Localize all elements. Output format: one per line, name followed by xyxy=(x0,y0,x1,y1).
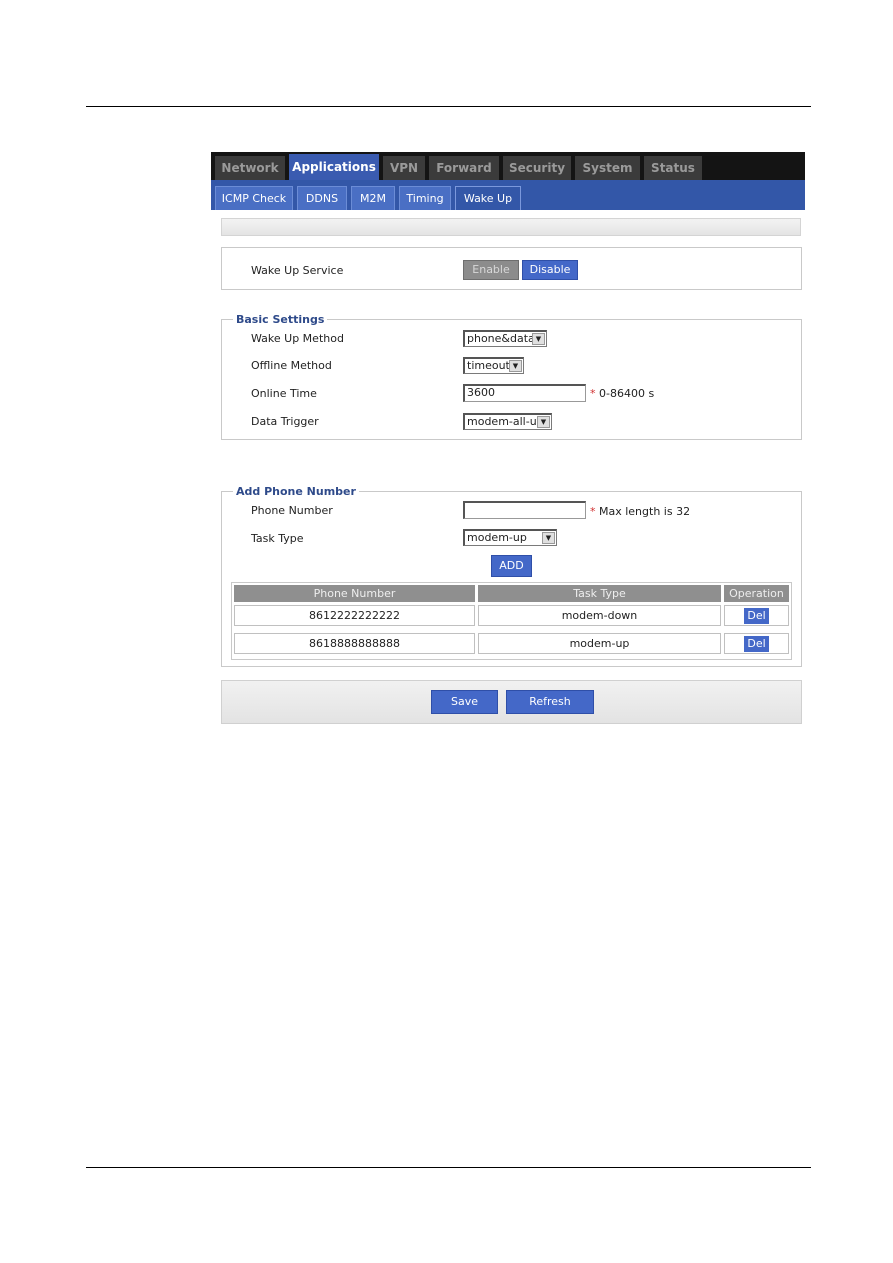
wake-up-service-label: Wake Up Service xyxy=(251,264,344,277)
delete-button[interactable]: Del xyxy=(744,636,769,652)
disable-button[interactable]: Disable xyxy=(522,260,578,280)
refresh-button[interactable]: Refresh xyxy=(506,690,594,714)
add-phone-number-legend: Add Phone Number xyxy=(233,485,359,498)
tab-system[interactable]: System xyxy=(575,156,640,180)
operation-cell: Del xyxy=(724,633,789,654)
data-trigger-value: modem-all-up xyxy=(467,415,544,428)
chevron-down-icon: ▼ xyxy=(532,333,545,345)
subtab-ddns[interactable]: DDNS xyxy=(297,186,347,210)
wake-up-method-select[interactable]: phone&data ▼ xyxy=(463,330,547,347)
router-web-ui: Network Applications VPN Forward Securit… xyxy=(211,152,805,724)
tab-applications[interactable]: Applications xyxy=(289,154,379,180)
phone-number-input[interactable] xyxy=(463,501,586,519)
task-type-label: Task Type xyxy=(251,532,304,545)
phone-cell: 8618888888888 xyxy=(234,633,475,654)
add-button[interactable]: ADD xyxy=(491,555,532,577)
subtab-wake-up[interactable]: Wake Up xyxy=(455,186,521,210)
required-mark: * xyxy=(590,387,596,400)
subtab-icmp-check[interactable]: ICMP Check xyxy=(215,186,293,210)
phone-number-label: Phone Number xyxy=(251,504,333,517)
subtab-timing[interactable]: Timing xyxy=(399,186,451,210)
phone-number-hint: * Max length is 32 xyxy=(590,505,690,518)
offline-method-value: timeout xyxy=(467,359,510,372)
page-header-rule xyxy=(86,106,811,107)
offline-method-label: Offline Method xyxy=(251,359,332,372)
column-header-phone-number: Phone Number xyxy=(234,585,475,602)
action-footer: Save Refresh xyxy=(221,680,802,724)
required-mark: * xyxy=(590,505,596,518)
data-trigger-select[interactable]: modem-all-up ▼ xyxy=(463,413,552,430)
online-time-label: Online Time xyxy=(251,387,317,400)
phone-number-max-length: Max length is 32 xyxy=(599,505,691,518)
tab-security[interactable]: Security xyxy=(503,156,571,180)
task-cell: modem-down xyxy=(478,605,721,626)
task-type-select[interactable]: modem-up ▼ xyxy=(463,529,557,546)
chevron-down-icon: ▼ xyxy=(542,532,555,544)
task-cell: modem-up xyxy=(478,633,721,654)
task-type-value: modem-up xyxy=(467,531,527,544)
column-header-operation: Operation xyxy=(724,585,789,602)
chevron-down-icon: ▼ xyxy=(509,360,522,372)
delete-button[interactable]: Del xyxy=(744,608,769,624)
online-time-input[interactable]: 3600 xyxy=(463,384,586,402)
enable-button[interactable]: Enable xyxy=(463,260,519,280)
phone-cell: 8612222222222 xyxy=(234,605,475,626)
online-time-hint: * 0-86400 s xyxy=(590,387,654,400)
online-time-range: 0-86400 s xyxy=(599,387,655,400)
wake-up-method-label: Wake Up Method xyxy=(251,332,344,345)
phone-number-table: Phone Number Task Type Operation 8612222… xyxy=(231,582,792,660)
basic-settings-legend: Basic Settings xyxy=(233,313,328,326)
save-button[interactable]: Save xyxy=(431,690,498,714)
tab-network[interactable]: Network xyxy=(215,156,285,180)
basic-settings-fieldset: Basic Settings Wake Up Method phone&data… xyxy=(221,313,802,440)
status-bar xyxy=(221,218,801,236)
chevron-down-icon: ▼ xyxy=(537,416,550,428)
operation-cell: Del xyxy=(724,605,789,626)
tab-vpn[interactable]: VPN xyxy=(383,156,425,180)
add-phone-number-fieldset: Add Phone Number Phone Number * Max leng… xyxy=(221,485,802,667)
wake-up-method-value: phone&data xyxy=(467,332,535,345)
offline-method-select[interactable]: timeout ▼ xyxy=(463,357,524,374)
wake-up-service-section: Wake Up Service Enable Disable xyxy=(221,247,802,290)
data-trigger-label: Data Trigger xyxy=(251,415,319,428)
page-footer-rule xyxy=(86,1167,811,1168)
tab-forward[interactable]: Forward xyxy=(429,156,499,180)
subtab-m2m[interactable]: M2M xyxy=(351,186,395,210)
tab-status[interactable]: Status xyxy=(644,156,702,180)
column-header-task-type: Task Type xyxy=(478,585,721,602)
top-navigation: Network Applications VPN Forward Securit… xyxy=(211,152,805,180)
sub-navigation: ICMP Check DDNS M2M Timing Wake Up xyxy=(211,180,805,210)
